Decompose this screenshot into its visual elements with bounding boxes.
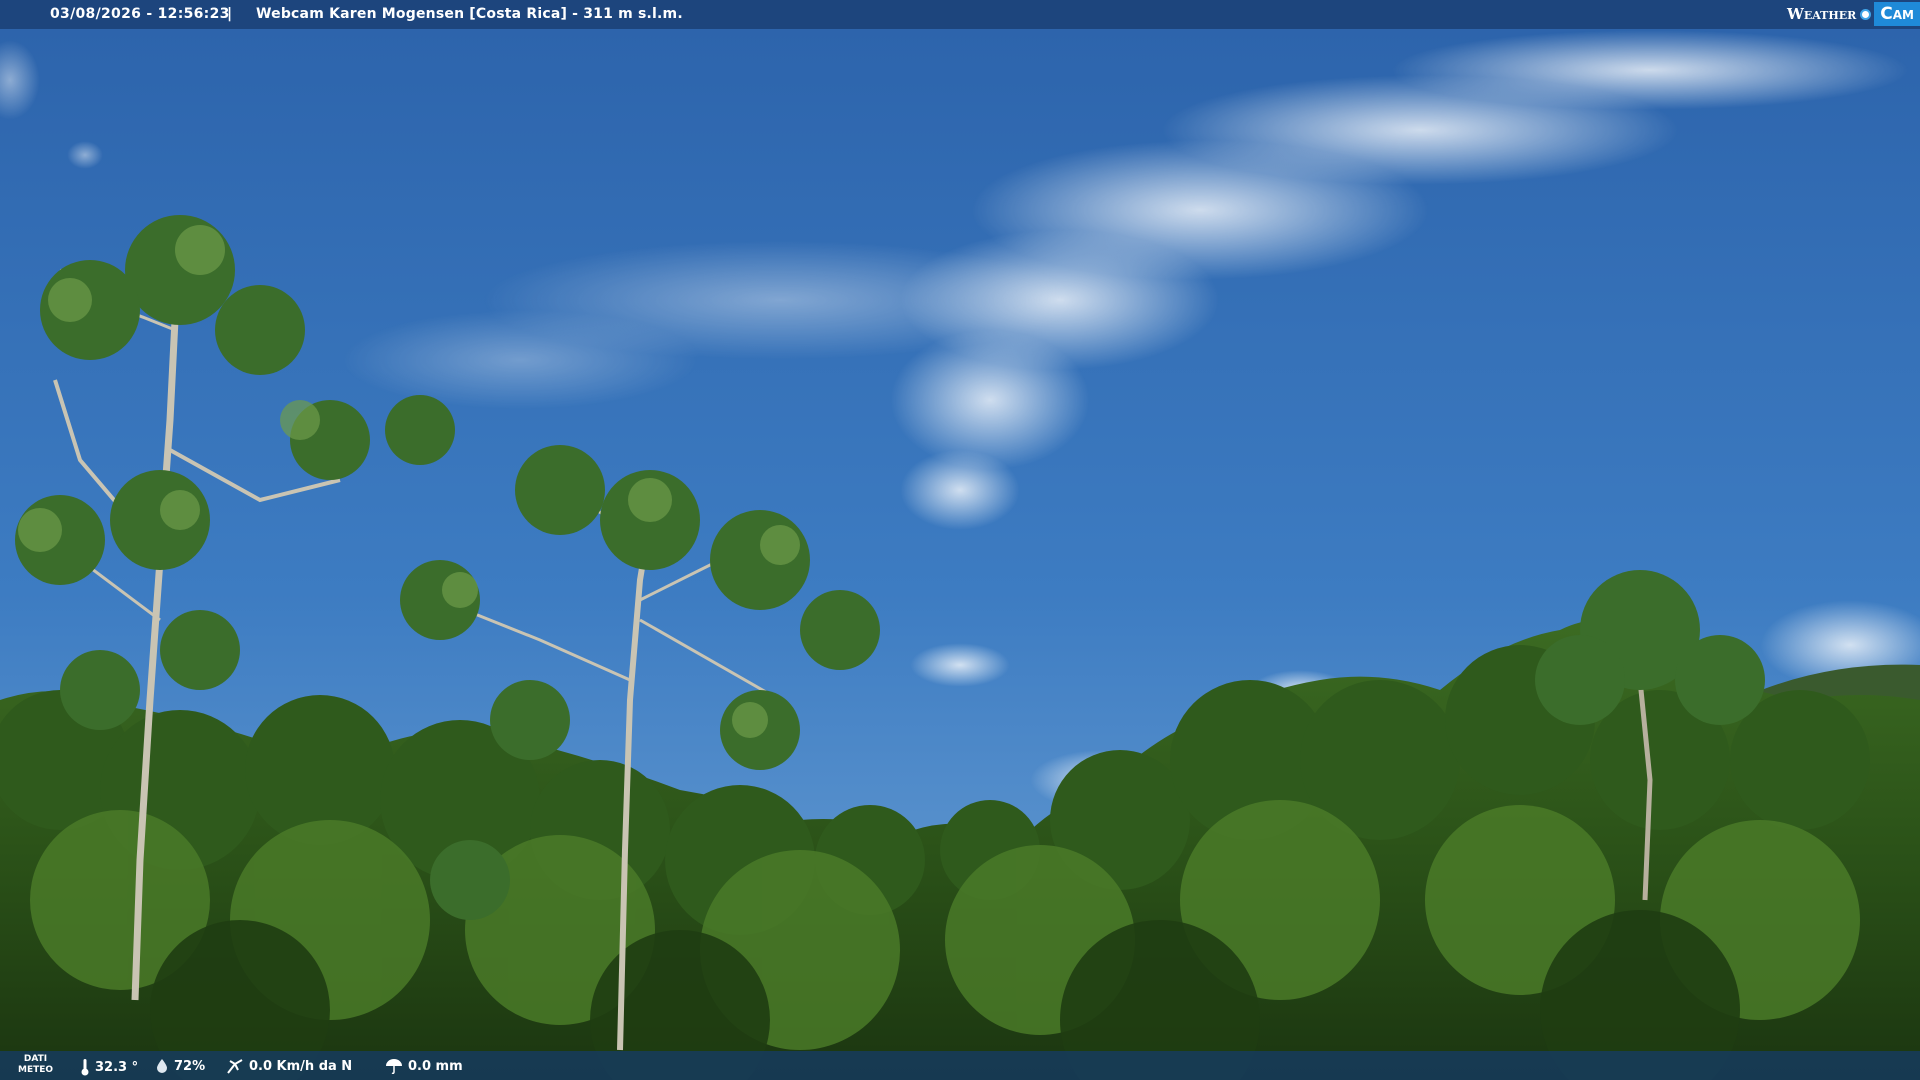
weather-label-line2: METEO [18,1065,54,1075]
logo-text-cam: Cam [1874,2,1920,26]
header-bar: 03/08/2026 - 12:56:23 | Webcam Karen Mog… [0,0,1920,29]
wind-icon [227,1059,243,1074]
weather-data-bar: DATI METEO 32.3 ° 72% 0.0 Km/h da N 0.0 … [0,1051,1920,1080]
timestamp: 03/08/2026 - 12:56:23 [50,6,230,22]
thermometer-icon [81,1059,89,1076]
rain-reading: 0.0 mm [385,1058,463,1074]
webcam-scene [0,0,1920,1080]
rain-value: 0.0 mm [408,1058,463,1074]
temperature-reading: 32.3 ° [80,1058,138,1076]
rain-umbrella-icon [386,1059,402,1074]
weathercam-logo[interactable]: Weather Cam [1787,0,1920,28]
temperature-value: 32.3 ° [95,1059,139,1075]
humidity-value: 72% [174,1058,206,1074]
logo-dot-icon [1860,8,1872,20]
humidity-reading: 72% [155,1058,205,1074]
wind-value: 0.0 Km/h da N [249,1058,353,1074]
camera-title: Webcam Karen Mogensen [Costa Rica] - 311… [256,6,683,22]
header-separator: | [227,6,233,22]
weather-label: DATI METEO [18,1054,53,1076]
weather-label-line1: DATI [23,1054,48,1064]
humidity-drop-icon [157,1059,167,1073]
wind-reading: 0.0 Km/h da N [226,1058,352,1074]
logo-text-weather: Weather [1787,5,1857,23]
